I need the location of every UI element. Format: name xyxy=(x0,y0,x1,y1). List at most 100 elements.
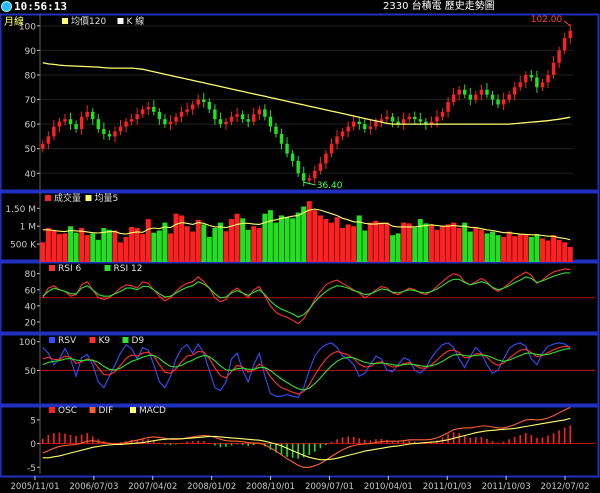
osc-bar xyxy=(402,441,405,444)
osc-bar xyxy=(463,435,466,444)
volume-bar xyxy=(362,230,368,262)
y-tick-label: 1 M xyxy=(20,223,36,233)
volume-bar xyxy=(262,213,268,262)
candle-body xyxy=(490,94,495,100)
osc-bar xyxy=(158,442,161,444)
candle-body xyxy=(307,178,311,181)
osc-bar xyxy=(47,435,50,444)
osc-bar xyxy=(347,436,349,444)
osc-bar xyxy=(352,436,355,444)
volume-bar xyxy=(501,236,507,262)
osc-bar xyxy=(230,443,233,446)
volume-bar xyxy=(301,206,307,262)
volume-bar xyxy=(84,235,90,262)
osc-bar xyxy=(508,439,510,444)
volume-bar xyxy=(440,226,446,262)
legend-label: MACD xyxy=(139,406,166,416)
y-tick-label: 60 xyxy=(25,121,37,131)
osc-bar xyxy=(486,438,488,444)
volume-bar xyxy=(295,212,301,262)
x-tick-label: 2009/07/01 xyxy=(305,482,354,492)
volume-bar xyxy=(106,229,112,262)
volume-bar xyxy=(256,228,262,262)
candle-body xyxy=(512,87,517,95)
candle-body xyxy=(390,116,395,122)
volume-bar xyxy=(323,219,329,262)
legend-label: K 線 xyxy=(127,15,145,27)
osc-bar xyxy=(191,441,194,444)
osc-bar xyxy=(75,435,77,444)
candle-body xyxy=(196,99,200,105)
candle-body xyxy=(107,133,112,137)
osc-bar xyxy=(519,435,522,444)
candle-body xyxy=(157,111,162,120)
x-tick-label: 2008/10/01 xyxy=(246,482,295,492)
osc-bar xyxy=(69,435,72,444)
candle-body xyxy=(368,126,373,130)
candle-body xyxy=(118,126,123,132)
osc-bar xyxy=(447,434,449,444)
legend-label: DIF xyxy=(99,406,114,416)
x-tick-label: 2006/07/03 xyxy=(69,482,118,492)
legend-swatch xyxy=(89,407,96,413)
y-tick-label: 40 xyxy=(25,170,37,180)
candle-body xyxy=(540,82,545,88)
volume-bar xyxy=(340,228,346,262)
candle-body xyxy=(218,119,223,125)
osc-bar xyxy=(502,441,505,444)
candle-body xyxy=(363,124,367,130)
candle-body xyxy=(296,160,300,174)
x-tick-label: 2010/04/01 xyxy=(364,482,413,492)
volume-bar xyxy=(334,217,340,262)
osc-bar xyxy=(197,440,200,444)
osc-bar xyxy=(169,443,172,445)
ma120-line xyxy=(42,62,571,125)
candle-body xyxy=(318,163,323,171)
volume-bar xyxy=(240,218,246,262)
volume-bar xyxy=(312,210,318,262)
osc-bar xyxy=(491,441,494,444)
candle-body xyxy=(274,126,278,134)
osc-bar xyxy=(552,433,555,444)
candle-body xyxy=(446,102,450,112)
osc-bar xyxy=(286,443,288,457)
volume-bar xyxy=(567,246,573,262)
volume-bar xyxy=(562,242,568,262)
candle-body xyxy=(52,126,56,137)
osc-bar xyxy=(530,435,533,444)
osc-bar xyxy=(58,432,61,444)
y-tick-label: 0 xyxy=(30,440,36,450)
candle-body xyxy=(135,114,139,120)
y-tick-label: 500 K xyxy=(10,241,37,251)
volume-bar xyxy=(506,231,512,262)
volume-bar xyxy=(434,229,440,262)
candle-body xyxy=(507,94,511,100)
osc-bar xyxy=(525,433,527,444)
d9-line xyxy=(42,348,571,391)
candle-body xyxy=(235,114,239,117)
osc-bar xyxy=(363,439,366,444)
volume-bar xyxy=(473,228,479,262)
candle-body xyxy=(535,77,539,88)
candle-body xyxy=(463,89,467,95)
y-tick-label: 90 xyxy=(25,47,37,57)
y-tick-label: -5 xyxy=(27,464,36,474)
candle-body xyxy=(329,143,334,154)
legend-label: OSC xyxy=(58,406,77,416)
legend-swatch xyxy=(45,195,51,201)
osc-bar xyxy=(319,443,322,449)
candle-body xyxy=(496,99,500,105)
volume-bar xyxy=(484,233,490,262)
candle-body xyxy=(385,116,389,120)
volume-bar xyxy=(390,235,396,262)
candle-body xyxy=(346,126,350,132)
candle-body xyxy=(85,111,89,117)
volume-bar xyxy=(73,232,79,262)
legend-swatch xyxy=(49,407,55,413)
y-tick-label: 50 xyxy=(25,145,37,155)
volume-bar xyxy=(190,231,196,262)
volume-bar xyxy=(51,230,57,262)
osc-bar xyxy=(252,443,255,445)
candle-body xyxy=(46,136,51,144)
legend-label: RSV xyxy=(58,336,77,346)
